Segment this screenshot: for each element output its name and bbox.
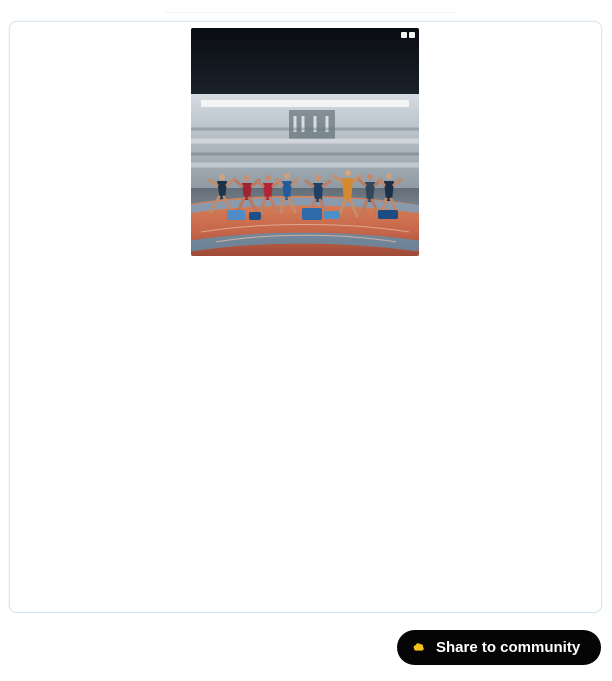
expand-icon[interactable]: [401, 32, 407, 38]
community-share-icon: [412, 641, 425, 654]
download-icon[interactable]: [409, 32, 415, 38]
share-result-page: Share to community: [0, 0, 612, 681]
image-controls: [401, 32, 415, 38]
stadium-runners-image-art: [191, 28, 419, 256]
share-to-community-button[interactable]: Share to community: [397, 630, 601, 665]
generated-result-panel: [9, 21, 602, 613]
share-button-label: Share to community: [436, 639, 581, 656]
top-divider: [165, 12, 455, 13]
generated-image[interactable]: [191, 28, 419, 256]
stadium-lights: [201, 100, 409, 107]
